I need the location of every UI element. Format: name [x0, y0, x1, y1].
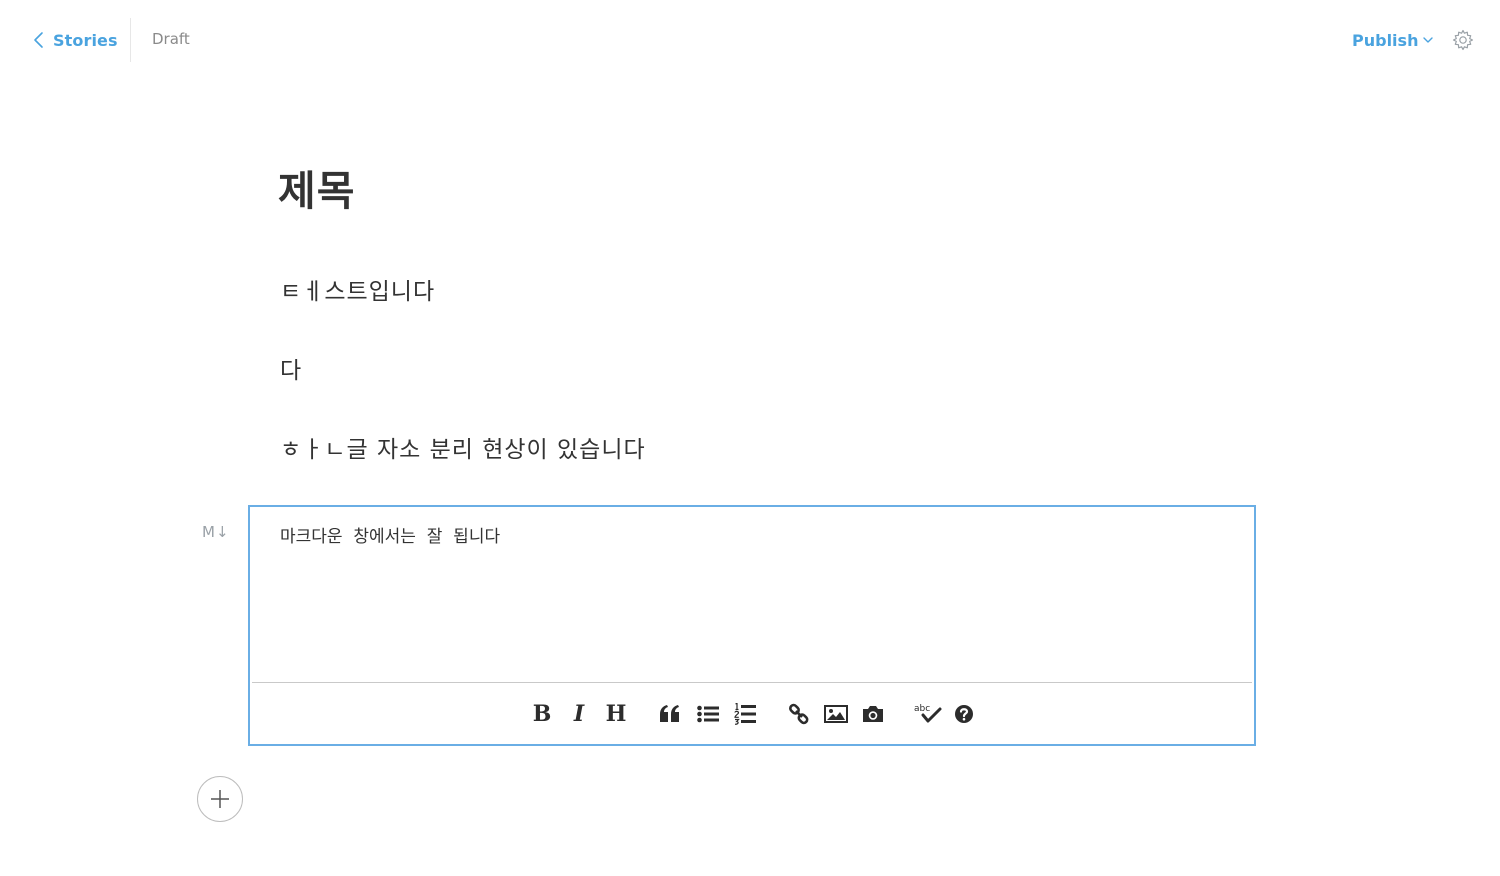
paragraph[interactable]: 다: [280, 351, 302, 385]
paragraph[interactable]: ㅎㅏㄴ글 자소 분리 현상이 있습니다: [280, 430, 646, 464]
help-icon: [955, 705, 973, 723]
plus-icon: [211, 790, 229, 808]
header-divider: [130, 18, 131, 62]
markdown-textarea[interactable]: 마크다운 창에서는 잘 됩니다: [280, 522, 500, 547]
chevron-down-icon: [1423, 37, 1434, 43]
back-to-stories-link[interactable]: Stories: [30, 28, 118, 52]
camera-button[interactable]: [860, 701, 886, 727]
add-block-button[interactable]: [197, 776, 243, 822]
camera-icon: [863, 706, 883, 722]
italic-button[interactable]: I: [566, 701, 592, 727]
quote-button[interactable]: [657, 701, 683, 727]
markdown-editor: 마크다운 창에서는 잘 됩니다 B I H abc: [248, 505, 1256, 746]
markdown-toolbar: B I H abc: [250, 697, 1254, 731]
image-button[interactable]: [823, 701, 849, 727]
help-button[interactable]: [951, 701, 977, 727]
heading-button[interactable]: H: [603, 701, 629, 727]
image-icon: [824, 705, 848, 723]
bullet-list-icon: [697, 705, 719, 723]
markdown-badge: M↓: [202, 523, 230, 541]
back-link-label: Stories: [53, 30, 118, 50]
quote-icon: [660, 705, 679, 722]
link-icon: [789, 703, 809, 725]
spellcheck-abc-label: abc: [914, 704, 930, 714]
italic-glyph: I: [573, 701, 585, 727]
gear-icon[interactable]: [1451, 28, 1475, 52]
bold-glyph: B: [532, 701, 552, 727]
draft-status: Draft: [152, 30, 190, 48]
top-bar: Stories Draft Publish: [0, 0, 1500, 80]
publish-button[interactable]: Publish: [1352, 29, 1435, 51]
publish-label: Publish: [1352, 30, 1419, 50]
toolbar-divider: [252, 682, 1252, 683]
link-button[interactable]: [786, 701, 812, 727]
chevron-left-icon: [34, 32, 43, 48]
numbered-list-button[interactable]: [732, 701, 758, 727]
spellcheck-icon: abc: [914, 704, 942, 723]
heading-glyph: H: [605, 701, 627, 727]
numbered-list-icon: [734, 703, 756, 725]
bullet-list-button[interactable]: [695, 701, 721, 727]
paragraph[interactable]: ㅌㅔ스트입니다: [280, 272, 435, 306]
bold-button[interactable]: B: [529, 701, 555, 727]
spellcheck-button[interactable]: abc: [913, 701, 943, 727]
document-title[interactable]: 제목: [278, 157, 355, 217]
